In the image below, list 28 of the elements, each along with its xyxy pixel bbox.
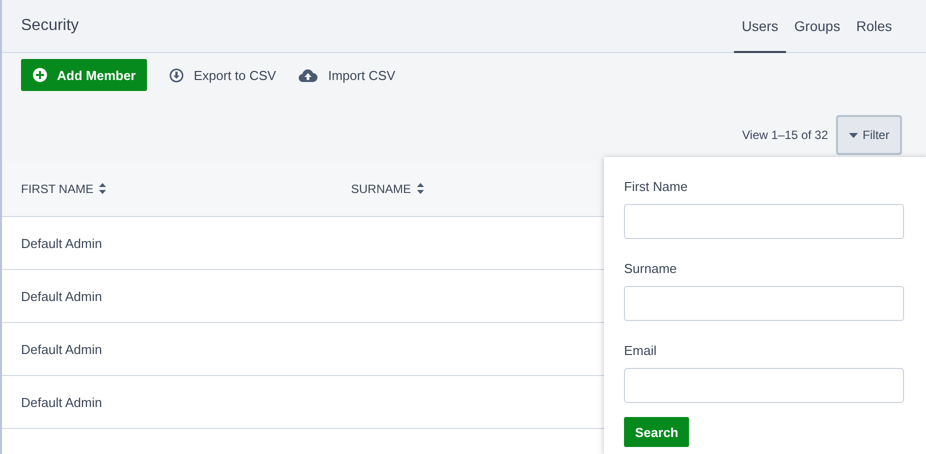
filter-button[interactable]: Filter bbox=[836, 115, 902, 155]
column-header[interactable]: FIRST NAME bbox=[21, 182, 94, 196]
tab[interactable]: Roles bbox=[848, 0, 900, 53]
search-button[interactable]: Search bbox=[624, 417, 690, 447]
input-field[interactable] bbox=[624, 204, 904, 239]
input-field[interactable] bbox=[624, 368, 904, 403]
import-link[interactable]: Import CSV bbox=[298, 68, 396, 82]
field-label: Surname bbox=[624, 261, 678, 276]
table-cell: Default Admin bbox=[21, 236, 102, 250]
table-cell: Default Admin bbox=[21, 394, 102, 410]
caret-icon bbox=[848, 132, 858, 138]
pagination-summary: View 1–15 of 32 bbox=[742, 128, 828, 142]
input-field[interactable] bbox=[624, 286, 904, 321]
field-label: Email bbox=[624, 343, 658, 358]
sort-icon bbox=[417, 183, 424, 194]
table-cell: Default Admin bbox=[21, 288, 102, 304]
download-icon bbox=[168, 68, 184, 82]
tab[interactable]: Groups bbox=[786, 0, 848, 53]
sort-icon bbox=[99, 183, 106, 194]
table-cell: Default Admin bbox=[21, 342, 102, 356]
cloud-upload-icon bbox=[298, 68, 318, 82]
add-member-button[interactable]: Add Member bbox=[21, 59, 147, 91]
field-label: First Name bbox=[624, 179, 689, 194]
plus-circle-icon bbox=[33, 68, 47, 82]
export-link[interactable]: Export to CSV bbox=[168, 68, 276, 82]
tab[interactable]: Users bbox=[734, 0, 786, 53]
page-title: Security bbox=[21, 16, 79, 36]
column-header[interactable]: SURNAME bbox=[351, 182, 412, 196]
